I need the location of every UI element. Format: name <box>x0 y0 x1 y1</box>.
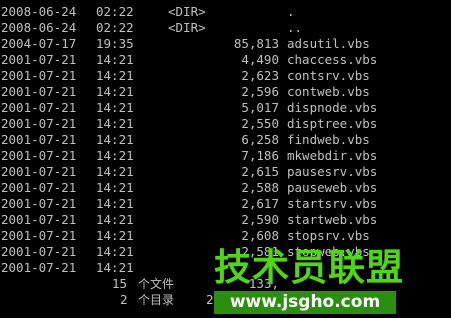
listing-row: 2001-07-21 14:21 2,617 startsrv.vbs <box>0 196 451 212</box>
row-size: 2,623 <box>241 68 279 83</box>
listing-row: 2001-07-21 14:21 2,590 startweb.vbs <box>0 212 451 228</box>
row-time: 14:21 <box>96 68 134 83</box>
listing-row: 2008-06-24 02:22 <DIR>.. <box>0 20 451 36</box>
row-size: 2,617 <box>241 196 279 211</box>
row-date: 2008-06-24 <box>1 4 77 19</box>
row-time: 14:21 <box>96 164 134 179</box>
dirs-count: 2 <box>120 292 128 307</box>
row-date: 2001-07-21 <box>1 116 77 131</box>
listing-row: 2001-07-21 14:21 2,608 stopsrv.vbs <box>0 228 451 244</box>
row-time: 14:21 <box>96 52 134 67</box>
row-time: 14:21 <box>96 180 134 195</box>
row-size: 7,186 <box>241 148 279 163</box>
row-filename: startsrv.vbs <box>287 196 378 211</box>
row-filename: adsutil.vbs <box>287 36 370 51</box>
listing-row: 2001-07-21 14:21 2,588 pauseweb.vbs <box>0 180 451 196</box>
row-filename: disptree.vbs <box>287 116 378 131</box>
row-time: 14:21 <box>96 148 134 163</box>
row-time: 14:21 <box>96 212 134 227</box>
listing-row: 2001-07-21 14:21 2,596 contweb.vbs <box>0 84 451 100</box>
row-time: 14:21 <box>96 244 134 259</box>
row-filename: stopsrv.vbs <box>287 228 370 243</box>
row-size: 5,017 <box>241 100 279 115</box>
row-size: 2,608 <box>241 228 279 243</box>
row-filename: contweb.vbs <box>287 84 370 99</box>
row-size: 2,590 <box>241 212 279 227</box>
watermark-url: www.jsgho.com <box>214 291 396 314</box>
row-date: 2001-07-21 <box>1 148 77 163</box>
row-time: 14:21 <box>96 228 134 243</box>
row-filename: pausesrv.vbs <box>287 164 378 179</box>
row-date: 2001-07-21 <box>1 260 77 275</box>
row-time: 14:21 <box>96 84 134 99</box>
row-date: 2001-07-21 <box>1 132 77 147</box>
listing-row: 2008-06-24 02:22 <DIR>. <box>0 4 451 20</box>
row-date: 2001-07-21 <box>1 228 77 243</box>
row-time: 02:22 <box>96 4 134 19</box>
row-time: 14:21 <box>96 260 134 275</box>
row-size: 2,615 <box>241 164 279 179</box>
row-date: 2001-07-21 <box>1 196 77 211</box>
row-date: 2004-07-17 <box>1 36 77 51</box>
files-label: 个文件 <box>138 277 175 291</box>
listing-row: 2001-07-21 14:21 2,615 pausesrv.vbs <box>0 164 451 180</box>
row-time: 14:21 <box>96 196 134 211</box>
row-filename: . <box>287 4 295 19</box>
row-filename: chaccess.vbs <box>287 52 378 67</box>
row-time: 02:22 <box>96 20 134 35</box>
row-filename: startweb.vbs <box>287 212 378 227</box>
row-date: 2008-06-24 <box>1 20 77 35</box>
listing-row: 2001-07-21 14:21 4,490 chaccess.vbs <box>0 52 451 68</box>
row-date: 2001-07-21 <box>1 180 77 195</box>
row-date: 2001-07-21 <box>1 84 77 99</box>
row-date: 2001-07-21 <box>1 212 77 227</box>
row-size: 6,258 <box>241 132 279 147</box>
row-filename: pauseweb.vbs <box>287 180 378 195</box>
row-size: 2,588 <box>241 180 279 195</box>
listing-row: 2004-07-17 19:35 85,813 adsutil.vbs <box>0 36 451 52</box>
listing-row: 2001-07-21 14:21 7,186 mkwebdir.vbs <box>0 148 451 164</box>
row-date: 2001-07-21 <box>1 52 77 67</box>
row-filename: mkwebdir.vbs <box>287 148 378 163</box>
files-count: 15 <box>112 276 128 291</box>
row-size: 85,813 <box>233 36 279 51</box>
row-time: 19:35 <box>96 36 134 51</box>
row-date: 2001-07-21 <box>1 244 77 259</box>
row-dir-marker: <DIR> <box>168 4 206 19</box>
listing-row: 2001-07-21 14:21 2,550 disptree.vbs <box>0 116 451 132</box>
row-date: 2001-07-21 <box>1 164 77 179</box>
row-dir-marker: <DIR> <box>168 20 206 35</box>
listing-row: 2001-07-21 14:21 6,258 findweb.vbs <box>0 132 451 148</box>
row-filename: .. <box>287 20 303 35</box>
row-size: 4,490 <box>241 52 279 67</box>
row-filename: findweb.vbs <box>287 132 370 147</box>
row-time: 14:21 <box>96 100 134 115</box>
listing-row: 2001-07-21 14:21 2,623 contsrv.vbs <box>0 68 451 84</box>
row-size: 2,596 <box>241 84 279 99</box>
row-time: 14:21 <box>96 116 134 131</box>
row-time: 14:21 <box>96 132 134 147</box>
row-date: 2001-07-21 <box>1 68 77 83</box>
listing-row: 2001-07-21 14:21 5,017 dispnode.vbs <box>0 100 451 116</box>
row-filename: dispnode.vbs <box>287 100 378 115</box>
row-date: 2001-07-21 <box>1 100 77 115</box>
row-filename: contsrv.vbs <box>287 68 370 83</box>
row-size: 2,550 <box>241 116 279 131</box>
watermark: 技术员联盟 www.jsgho.com <box>200 246 451 318</box>
dirs-label: 个目录 <box>138 293 175 307</box>
watermark-logo: 技术员联盟 <box>214 246 404 289</box>
